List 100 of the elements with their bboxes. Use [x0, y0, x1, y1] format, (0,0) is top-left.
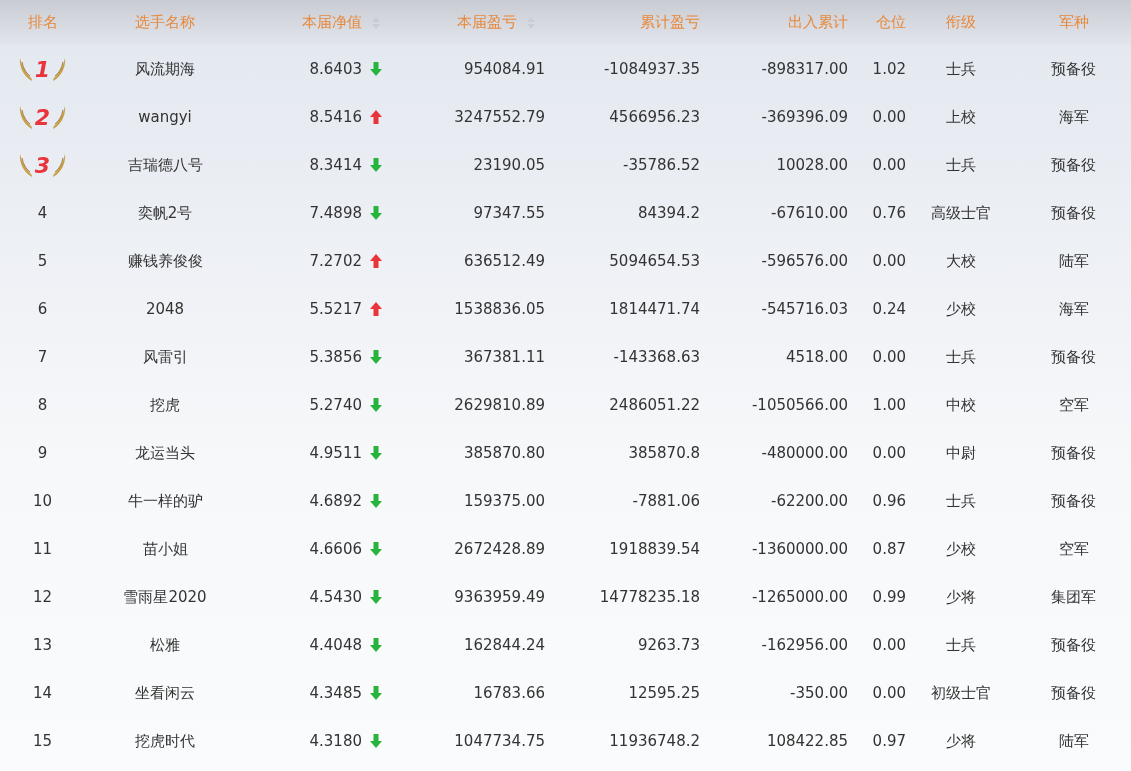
- table-cell: 1.00: [872, 396, 906, 414]
- table-cell: -62200.00: [771, 492, 848, 510]
- rank-number: 4: [37, 204, 48, 222]
- net-value: 4.3485: [309, 684, 362, 702]
- rank-number: 14: [32, 684, 53, 702]
- table-cell: 大校: [946, 251, 976, 271]
- net-value: 5.2740: [309, 396, 362, 414]
- table-cell: 2672428.89: [454, 540, 545, 558]
- table-cell: 3247552.79: [454, 108, 545, 126]
- table-cell: -545716.03: [761, 300, 848, 318]
- table-cell: 385870.8: [628, 444, 700, 462]
- table-cell: 1.02: [872, 60, 906, 78]
- net-value: 4.3180: [309, 732, 362, 750]
- table-cell: 0.96: [872, 492, 906, 510]
- table-cell: -162956.00: [761, 636, 848, 654]
- net-value: 8.5416: [309, 108, 362, 126]
- net-value: 5.5217: [309, 300, 362, 318]
- table-cell: 0.00: [872, 636, 906, 654]
- table-cell: 159375.00: [463, 492, 545, 510]
- table-cell: -350.00: [790, 684, 848, 702]
- net-value: 7.4898: [309, 204, 362, 222]
- player-name: 2048: [145, 300, 185, 318]
- table-cell: 9263.73: [637, 636, 700, 654]
- table-cell: 4566956.23: [609, 108, 700, 126]
- column-header[interactable]: 本届盈亏: [457, 13, 517, 32]
- table-cell: 预备役: [1051, 347, 1096, 367]
- table-cell: 0.87: [872, 540, 906, 558]
- rank-number: 6: [37, 300, 48, 318]
- table-cell: 0.76: [872, 204, 906, 222]
- table-cell: 少将: [946, 731, 976, 751]
- table-cell: 预备役: [1051, 59, 1096, 79]
- table-cell: 海军: [1058, 299, 1089, 319]
- column-header[interactable]: 本届净值: [302, 13, 362, 32]
- table-cell: 预备役: [1051, 683, 1096, 703]
- table-cell: -1084937.35: [603, 60, 700, 78]
- table-cell: 0.00: [872, 108, 906, 126]
- table-cell: 10028.00: [776, 156, 848, 174]
- player-name: 龙运当头: [135, 443, 195, 463]
- rank-number: 5: [37, 252, 48, 270]
- table-cell: 84394.2: [637, 204, 700, 222]
- net-value: 8.6403: [309, 60, 362, 78]
- column-header: 出入累计: [788, 13, 848, 32]
- column-header: 军种: [1058, 13, 1089, 32]
- net-value: 4.6892: [309, 492, 362, 510]
- table-cell: 5094654.53: [609, 252, 700, 270]
- table-cell: -596576.00: [761, 252, 848, 270]
- table-cell: 2486051.22: [609, 396, 700, 414]
- table-cell: 士兵: [946, 155, 976, 175]
- player-name: 奕帆2号: [137, 203, 193, 223]
- player-name: 牛一样的驴: [127, 491, 203, 511]
- table-cell: 4518.00: [785, 348, 848, 366]
- rank-number: 12: [32, 588, 53, 606]
- table-cell: 954084.91: [463, 60, 545, 78]
- table-cell: 士兵: [946, 635, 976, 655]
- table-cell: 中尉: [946, 443, 976, 463]
- table-cell: 陆军: [1058, 251, 1089, 271]
- table-cell: 少将: [946, 587, 976, 607]
- table-cell: 集团军: [1051, 587, 1096, 607]
- column-header: 排名: [27, 13, 58, 32]
- net-value: 4.9511: [309, 444, 362, 462]
- table-cell: 11936748.2: [609, 732, 700, 750]
- table-cell: 162844.24: [463, 636, 545, 654]
- net-value: 4.4048: [309, 636, 362, 654]
- player-name: 挖虎时代: [135, 731, 195, 751]
- table-cell: 16783.66: [473, 684, 545, 702]
- table-cell: -369396.09: [761, 108, 848, 126]
- table-cell: 14778235.18: [599, 588, 700, 606]
- rank-number: 3: [34, 152, 51, 178]
- table-cell: 0.99: [872, 588, 906, 606]
- net-value: 5.3856: [309, 348, 362, 366]
- table-cell: -143368.63: [613, 348, 700, 366]
- player-name: 坐看闲云: [135, 683, 195, 703]
- table-cell: 0.00: [872, 348, 906, 366]
- table-cell: 0.00: [872, 156, 906, 174]
- table-cell: 少校: [946, 539, 976, 559]
- rank-number: 7: [37, 348, 48, 366]
- table-cell: -1050566.00: [751, 396, 848, 414]
- table-cell: 97347.55: [473, 204, 545, 222]
- table-cell: 预备役: [1051, 155, 1096, 175]
- table-cell: 0.00: [872, 684, 906, 702]
- table-cell: -898317.00: [761, 60, 848, 78]
- table-cell: 367381.11: [463, 348, 545, 366]
- player-name: 赚钱养俊俊: [127, 251, 203, 271]
- column-header: 仓位: [876, 13, 906, 32]
- table-cell: 385870.80: [463, 444, 545, 462]
- table-cell: 23190.05: [473, 156, 545, 174]
- table-cell: 士兵: [946, 347, 976, 367]
- table-cell: 士兵: [946, 491, 976, 511]
- table-cell: 空军: [1058, 395, 1089, 415]
- rank-number: 8: [37, 396, 48, 414]
- table-cell: -1265000.00: [751, 588, 848, 606]
- table-cell: -35786.52: [623, 156, 700, 174]
- table-cell: 636512.49: [463, 252, 545, 270]
- table-cell: 2629810.89: [454, 396, 545, 414]
- player-name: 挖虎: [150, 395, 180, 415]
- table-cell: 预备役: [1051, 443, 1096, 463]
- net-value: 4.5430: [309, 588, 362, 606]
- player-name: 松雅: [150, 635, 180, 655]
- player-name: 雪雨星2020: [123, 587, 207, 607]
- column-header: 选手名称: [135, 13, 195, 32]
